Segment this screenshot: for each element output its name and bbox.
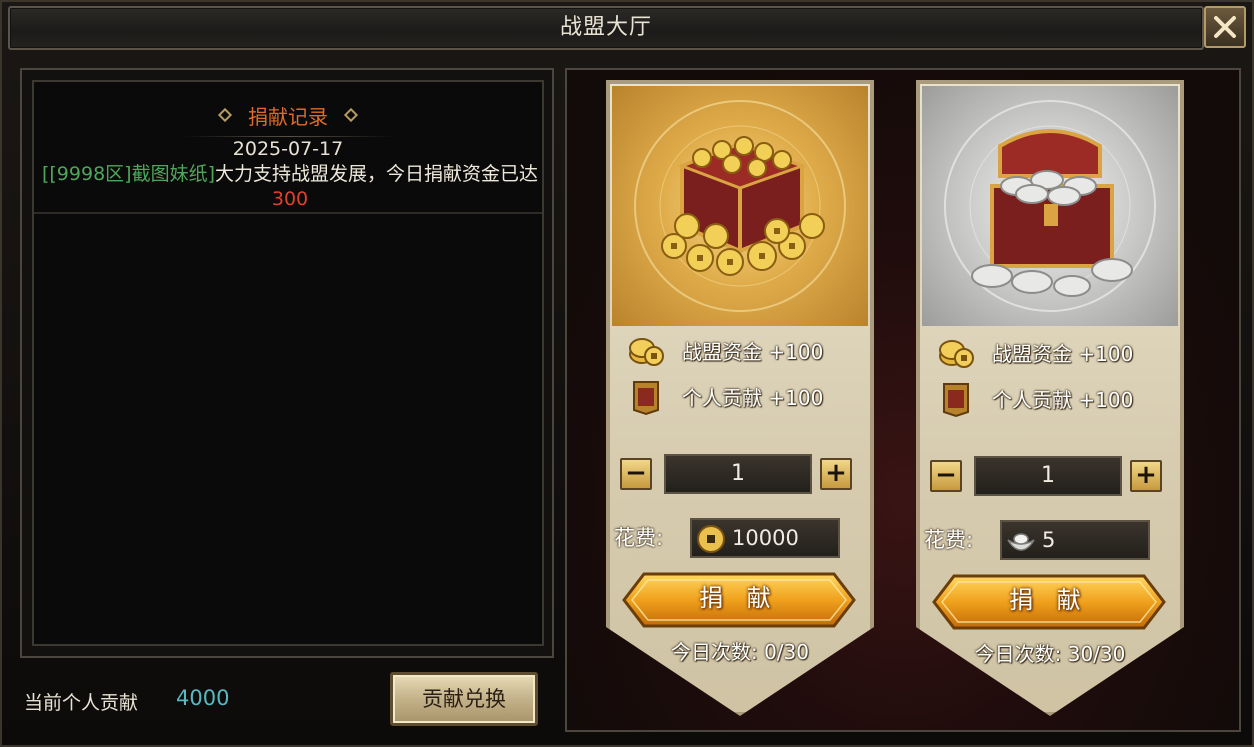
donate-label: 捐 献: [699, 584, 779, 612]
diamond-ornament-icon: [217, 107, 233, 123]
record-date: 2025-07-17: [232, 138, 344, 160]
donation-record-list[interactable]: 捐献记录 2025-07-17 [[9998区]截图妹纸]大力支持战盟发展，今日…: [32, 80, 544, 646]
record-entry: [[9998区]截图妹纸]大力支持战盟发展，今日捐献资金已达 300: [40, 162, 540, 212]
record-message: 大力支持战盟发展，今日捐献资金已达: [215, 163, 539, 185]
coin-stack-icon: [629, 338, 664, 366]
quantity-stepper: − 1 +: [620, 454, 860, 494]
record-header: 捐献记录: [34, 100, 542, 130]
contribution-label: 当前个人贡献: [24, 692, 139, 714]
cost-label: 花费:: [924, 528, 974, 552]
increase-button[interactable]: +: [1130, 460, 1162, 492]
cost-value: 10000: [732, 526, 799, 550]
coin-stack-icon: [939, 340, 974, 368]
record-amount: 300: [271, 188, 309, 210]
gold-donation-card: 战盟资金 +100 个人贡献 +100 − 1 + 花费: 10000 捐 献 …: [606, 80, 874, 716]
cost-display: 10000: [690, 518, 840, 558]
player-name: [[9998区]截图妹纸]: [41, 163, 215, 185]
increase-button[interactable]: +: [820, 458, 852, 490]
contribution-exchange-button[interactable]: 贡献兑换: [390, 672, 538, 726]
cost-label: 花费:: [614, 526, 664, 550]
gold-chest-art: [612, 86, 868, 326]
cost-value: 5: [1042, 528, 1056, 552]
donate-button[interactable]: 捐 献: [924, 570, 1174, 634]
decrease-button[interactable]: −: [930, 460, 962, 492]
close-icon: [1214, 16, 1236, 38]
personal-contribution-reward: 个人贡献 +100: [936, 378, 1133, 418]
guild-fund-label: 战盟资金 +100: [992, 341, 1134, 366]
quantity-stepper: − 1 +: [930, 456, 1170, 496]
title-bar: 战盟大厅: [8, 6, 1204, 50]
guild-fund-label: 战盟资金 +100: [682, 339, 824, 364]
daily-count: 今日次数: 30/30: [974, 642, 1126, 666]
personal-contribution-label: 个人贡献 +100: [682, 385, 824, 410]
window-title: 战盟大厅: [559, 15, 652, 40]
header-divider: [184, 136, 394, 137]
close-button[interactable]: [1204, 6, 1246, 48]
donate-label: 捐 献: [1009, 586, 1089, 614]
guild-fund-reward: 战盟资金 +100: [936, 332, 1133, 372]
record-divider: [34, 212, 542, 214]
coin-icon: [697, 525, 725, 553]
donation-record-panel: 捐献记录 2025-07-17 [[9998区]截图妹纸]大力支持战盟发展，今日…: [20, 68, 554, 658]
personal-contribution-reward: 个人贡献 +100: [626, 376, 823, 416]
silver-donation-card: 战盟资金 +100 个人贡献 +100 − 1 + 花费: 5 捐 献 今日次数…: [916, 80, 1184, 716]
silver-ingot-icon: [1007, 533, 1035, 551]
contribution-token-icon: [633, 381, 659, 416]
record-title: 捐献记录: [248, 104, 328, 129]
cost-display: 5: [1000, 520, 1150, 560]
guild-hall-window: 战盟大厅 捐献记录 2025-07-17 [[9998区]截图妹纸]大力支持战盟…: [0, 0, 1254, 747]
decrease-button[interactable]: −: [620, 458, 652, 490]
daily-count: 今日次数: 0/30: [670, 640, 809, 664]
gold-treasure-chest-icon: [634, 100, 846, 312]
donate-button[interactable]: 捐 献: [614, 568, 864, 632]
quantity-input[interactable]: 1: [664, 454, 812, 494]
silver-chest-art: [922, 86, 1178, 326]
quantity-input[interactable]: 1: [974, 456, 1122, 496]
contribution-token-icon: [943, 383, 969, 418]
diamond-ornament-icon: [343, 107, 359, 123]
personal-contribution-label: 个人贡献 +100: [992, 387, 1134, 412]
silver-treasure-chest-icon: [944, 100, 1156, 312]
contribution-value: 4000: [176, 686, 230, 710]
guild-fund-reward: 战盟资金 +100: [626, 330, 823, 370]
